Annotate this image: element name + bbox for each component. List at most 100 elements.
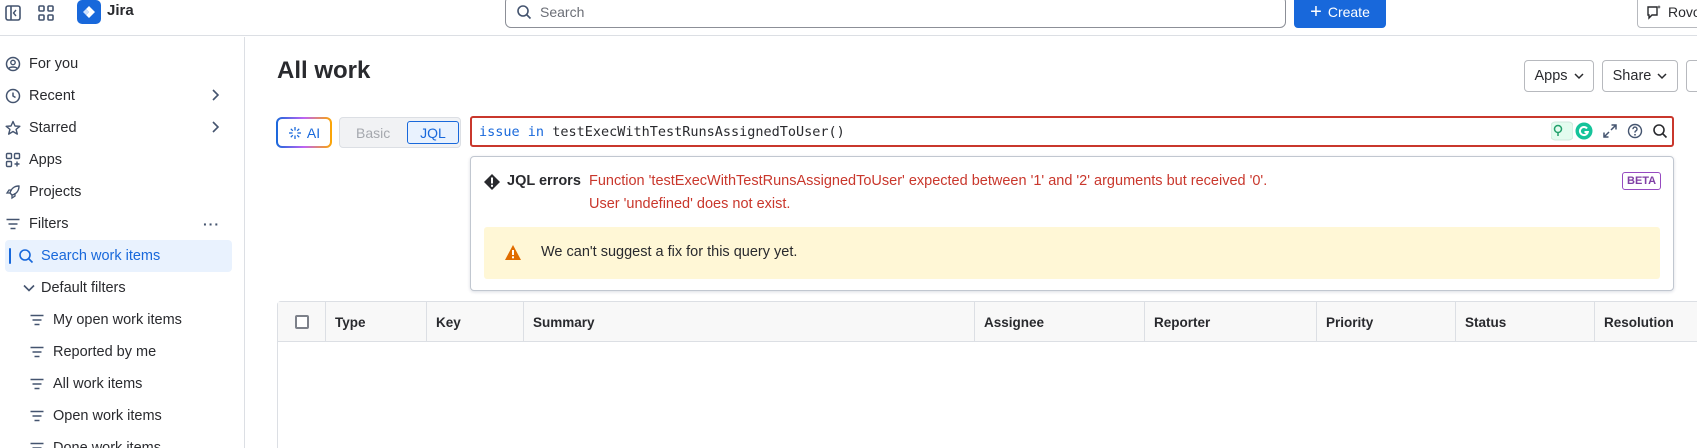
sidebar-item-label: My open work items: [53, 312, 182, 328]
basic-mode-tab[interactable]: Basic: [356, 125, 390, 141]
search-icon: [517, 5, 532, 20]
app-name[interactable]: Jira: [107, 2, 134, 19]
sidebar-item-apps[interactable]: Apps: [0, 144, 232, 176]
beta-badge: BETA: [1622, 172, 1662, 190]
jql-error-message: User 'undefined' does not exist.: [589, 196, 791, 212]
sidebar-item-label: For you: [29, 56, 79, 72]
warning-message: We can't suggest a fix for this query ye…: [541, 244, 798, 260]
column-header-priority[interactable]: Priority: [1317, 302, 1456, 342]
sidebar-item-all-work-items[interactable]: All work items: [0, 368, 232, 400]
select-all-checkbox[interactable]: [294, 315, 309, 329]
column-header-reporter[interactable]: Reporter: [1145, 302, 1317, 342]
chevron-right-icon[interactable]: [210, 120, 220, 136]
column-header-type[interactable]: Type: [326, 302, 427, 342]
clock-icon: [4, 87, 22, 105]
sidebar-item-label: All work items: [53, 376, 143, 392]
chevron-down-icon[interactable]: [20, 279, 38, 297]
user-circle-icon: [4, 55, 22, 73]
ai-label: AI: [306, 124, 321, 141]
ai-sparkle-icon: [288, 126, 301, 139]
share-dropdown-button[interactable]: Share: [1602, 60, 1678, 92]
column-header-summary[interactable]: Summary: [524, 302, 975, 342]
create-label: Create: [1327, 4, 1370, 20]
expand-icon[interactable]: [1602, 123, 1618, 139]
star-icon: [4, 119, 22, 137]
work-items-table: Type Key Summary Assignee Reporter Prior…: [277, 301, 1697, 448]
rovo-label: Rovo: [1668, 4, 1697, 20]
warning-triangle-icon: [504, 244, 522, 264]
rocket-icon: [4, 183, 22, 201]
sidebar-item-default-filters[interactable]: Default filters: [0, 272, 232, 304]
apps-label: Apps: [1534, 68, 1568, 84]
global-search[interactable]: [505, 0, 1286, 28]
sidebar-item-done-work-items[interactable]: Done work items: [0, 432, 232, 448]
jql-operator-token: in: [527, 124, 545, 140]
filter-icon: [28, 375, 46, 393]
jql-query-text[interactable]: issue in testExecWithTestRunsAssignedToU…: [479, 124, 845, 140]
create-button[interactable]: + Create: [1294, 0, 1386, 28]
sidebar-item-label: Reported by me: [53, 344, 157, 360]
column-header-resolution[interactable]: Resolution: [1595, 302, 1697, 342]
help-icon[interactable]: [1627, 123, 1643, 139]
apps-dropdown-button[interactable]: Apps: [1524, 60, 1594, 92]
sidebar-item-label: Filters: [29, 216, 69, 232]
app-switcher-icon[interactable]: [35, 2, 57, 24]
jql-error-message: Function 'testExecWithTestRunsAssignedTo…: [589, 173, 1268, 189]
select-all-cell: [278, 302, 326, 342]
jql-mode-tab[interactable]: JQL: [407, 121, 459, 144]
sidebar-item-my-open-work-items[interactable]: My open work items: [0, 304, 232, 336]
jql-toolbar: [1551, 121, 1668, 141]
share-label: Share: [1612, 68, 1652, 84]
grammarly-assistant-icon[interactable]: [1551, 121, 1593, 141]
jql-field-token: issue: [479, 124, 520, 140]
sidebar-item-filters[interactable]: Filters ···: [0, 208, 232, 240]
sidebar-item-open-work-items[interactable]: Open work items: [0, 400, 232, 432]
sidebar-toggle-icon[interactable]: [2, 2, 24, 24]
sidebar-item-label: Recent: [29, 88, 75, 104]
filter-icon: [28, 343, 46, 361]
jira-logo-icon[interactable]: [77, 0, 101, 24]
column-header-key[interactable]: Key: [427, 302, 524, 342]
filter-icon: [28, 311, 46, 329]
jql-errors-title: JQL errors: [507, 173, 581, 189]
run-search-icon[interactable]: [1652, 123, 1668, 139]
rovo-chat-icon: [1647, 5, 1661, 20]
ai-search-button[interactable]: AI: [276, 117, 332, 148]
page-title: All work: [277, 57, 371, 84]
filter-icon: [28, 407, 46, 425]
sidebar-item-recent[interactable]: Recent: [0, 80, 232, 112]
filter-icon: [4, 215, 22, 233]
more-actions-button[interactable]: [1686, 60, 1697, 92]
sidebar-item-search-work-items[interactable]: Search work items: [5, 240, 232, 272]
chevron-right-icon[interactable]: [210, 88, 220, 104]
fix-suggestion-warning: We can't suggest a fix for this query ye…: [484, 227, 1660, 279]
sidebar-item-starred[interactable]: Starred: [0, 112, 232, 144]
apps-icon: [4, 151, 22, 169]
plus-icon: +: [1310, 1, 1322, 23]
sidebar-item-projects[interactable]: Projects: [0, 176, 232, 208]
rovo-button[interactable]: Rovo: [1637, 0, 1697, 28]
sidebar-item-label: Done work items: [53, 440, 161, 448]
column-header-assignee[interactable]: Assignee: [975, 302, 1145, 342]
chevron-down-icon: [1657, 68, 1667, 84]
table-header: Type Key Summary Assignee Reporter Prior…: [278, 302, 1697, 342]
sidebar-item-label: Open work items: [53, 408, 162, 424]
sidebar-item-label: Search work items: [41, 248, 161, 264]
jql-error-panel: JQL errors Function 'testExecWithTestRun…: [470, 156, 1674, 291]
sidebar-item-reported-by-me[interactable]: Reported by me: [0, 336, 232, 368]
error-diamond-icon: [483, 173, 501, 194]
active-indicator: [9, 248, 11, 264]
sidebar-item-label: Default filters: [41, 280, 126, 296]
search-input[interactable]: [540, 4, 1240, 20]
sidebar-item-label: Apps: [29, 152, 63, 168]
search-mode-toggle: Basic JQL: [339, 117, 461, 148]
jql-editor[interactable]: issue in testExecWithTestRunsAssignedToU…: [470, 116, 1674, 147]
jql-function-token: testExecWithTestRunsAssignedToUser(): [552, 124, 845, 140]
more-options-icon[interactable]: ···: [203, 216, 220, 232]
top-navigation: Jira + Create Rovo: [0, 0, 1697, 36]
sidebar: For you Recent Starred Apps Projects Fil…: [0, 37, 245, 448]
sidebar-item-for-you[interactable]: For you: [0, 48, 232, 80]
column-header-status[interactable]: Status: [1456, 302, 1595, 342]
chevron-down-icon: [1574, 68, 1584, 84]
filter-icon: [28, 439, 46, 448]
